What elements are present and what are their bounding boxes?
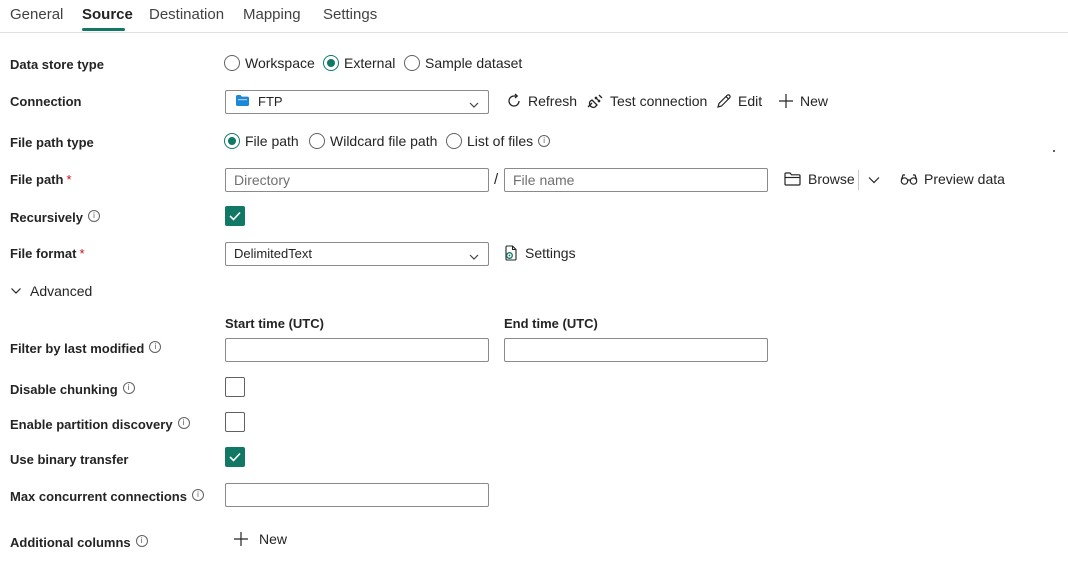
chevron-down-icon	[468, 248, 480, 270]
disable-chunking-checkbox[interactable]	[225, 377, 245, 397]
format-settings-button[interactable]: Settings	[503, 245, 576, 261]
refresh-button[interactable]: Refresh	[506, 93, 577, 109]
dot-marker	[1053, 150, 1055, 152]
test-connection-button[interactable]: Test connection	[586, 93, 707, 109]
browse-divider	[858, 170, 859, 190]
radio-wildcard-file-path[interactable]: Wildcard file path	[309, 133, 437, 149]
data-store-type-label: Data store type	[10, 57, 104, 72]
tab-source[interactable]: Source	[82, 6, 133, 23]
folder-icon	[236, 91, 249, 113]
radio-circle-selected	[224, 133, 240, 149]
connection-dropdown[interactable]: FTP	[225, 90, 489, 114]
max-connections-label: Max concurrent connections i	[10, 489, 204, 504]
chevron-down-icon	[10, 285, 22, 297]
file-format-value: DelimitedText	[234, 246, 313, 261]
additional-columns-label: Additional columns i	[10, 535, 148, 550]
info-icon[interactable]: i	[135, 535, 148, 547]
browse-options-chevron-icon[interactable]	[866, 172, 882, 191]
radio-circle	[404, 55, 420, 71]
radio-external[interactable]: External	[323, 55, 395, 71]
radio-list-of-files[interactable]: List of files i	[446, 133, 551, 149]
file-format-label: File format *	[10, 246, 85, 261]
end-time-header: End time (UTC)	[504, 316, 598, 331]
file-name-input[interactable]	[504, 168, 768, 192]
path-separator: /	[494, 171, 499, 188]
file-settings-icon	[503, 245, 525, 261]
radio-circle	[446, 133, 462, 149]
directory-input[interactable]	[225, 168, 489, 192]
folder-open-icon	[784, 172, 808, 186]
plus-icon	[778, 93, 800, 109]
info-icon[interactable]: i	[191, 489, 204, 501]
advanced-toggle[interactable]: Advanced	[10, 283, 92, 299]
add-column-button[interactable]: New	[233, 531, 287, 547]
recursively-checkbox[interactable]	[225, 206, 245, 226]
file-format-dropdown[interactable]: DelimitedText	[225, 242, 489, 266]
tab-general[interactable]: General	[10, 6, 63, 23]
tab-destination[interactable]: Destination	[149, 6, 224, 23]
filter-last-modified-label: Filter by last modified i	[10, 341, 162, 356]
new-connection-button[interactable]: New	[778, 93, 828, 109]
info-icon[interactable]: i	[88, 210, 100, 222]
start-time-header: Start time (UTC)	[225, 316, 324, 331]
end-time-input[interactable]	[504, 338, 768, 362]
tab-bar: General Source Destination Mapping Setti…	[0, 0, 1068, 33]
file-path-type-label: File path type	[10, 135, 94, 150]
recursively-label: Recursively i	[10, 210, 100, 225]
pencil-icon	[716, 93, 738, 109]
checkmark-icon	[229, 211, 241, 221]
info-icon[interactable]: i	[122, 382, 135, 394]
active-tab-indicator	[82, 28, 125, 31]
browse-button[interactable]: Browse	[784, 171, 855, 187]
preview-data-button[interactable]: Preview data	[900, 171, 1005, 187]
connection-value: FTP	[258, 94, 283, 109]
refresh-icon	[506, 93, 528, 109]
radio-file-path[interactable]: File path	[224, 133, 299, 149]
tab-mapping[interactable]: Mapping	[243, 6, 301, 23]
tab-settings[interactable]: Settings	[323, 6, 377, 23]
checkmark-icon	[229, 452, 241, 462]
radio-circle-selected	[323, 55, 339, 71]
plus-icon	[233, 531, 255, 547]
info-icon[interactable]: i	[538, 135, 551, 147]
start-time-input[interactable]	[225, 338, 489, 362]
radio-workspace[interactable]: Workspace	[224, 55, 315, 71]
info-icon[interactable]: i	[149, 341, 162, 353]
plug-icon	[586, 93, 610, 109]
info-icon[interactable]: i	[177, 417, 190, 429]
radio-sample-dataset[interactable]: Sample dataset	[404, 55, 522, 71]
connection-label: Connection	[10, 94, 82, 109]
max-connections-input[interactable]	[225, 483, 489, 507]
partition-discovery-label: Enable partition discovery i	[10, 417, 190, 432]
radio-circle	[224, 55, 240, 71]
edit-connection-button[interactable]: Edit	[716, 93, 762, 109]
file-path-label: File path *	[10, 172, 72, 187]
binary-transfer-label: Use binary transfer	[10, 452, 129, 467]
disable-chunking-label: Disable chunking i	[10, 382, 135, 397]
binary-transfer-checkbox[interactable]	[225, 447, 245, 467]
partition-discovery-checkbox[interactable]	[225, 412, 245, 432]
glasses-icon	[900, 172, 924, 186]
chevron-down-icon	[468, 96, 480, 118]
radio-circle	[309, 133, 325, 149]
